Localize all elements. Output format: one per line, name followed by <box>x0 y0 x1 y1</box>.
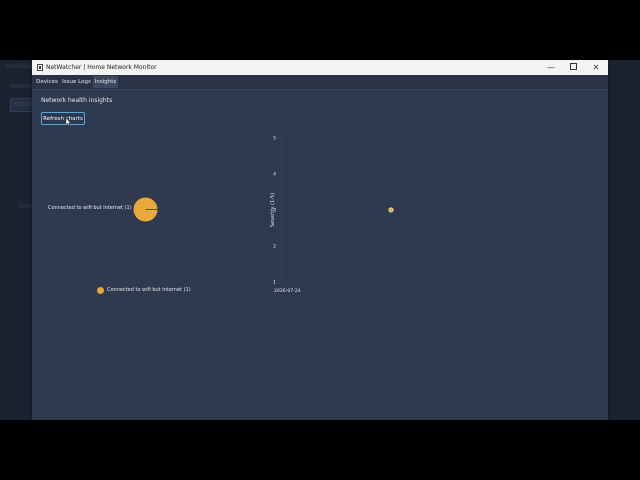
tab-bar: Devices Issue Logs Insights <box>32 75 608 90</box>
y-tick-label: 1 <box>273 280 276 286</box>
tab-issue-logs[interactable]: Issue Logs <box>61 76 92 88</box>
tab-insights[interactable]: Insights <box>93 76 118 88</box>
insights-heading: Network health insights <box>41 97 113 104</box>
mouse-cursor-icon <box>66 118 71 126</box>
minimize-button[interactable]: — <box>540 60 562 75</box>
close-button[interactable]: ✕ <box>585 60 607 75</box>
y-tick-label: 4 <box>273 172 276 178</box>
legend-entry: Connected to wifi but internet (1) <box>107 287 191 293</box>
y-tick-label: 5 <box>273 136 276 142</box>
pie-slice-label: Connected to wifi but internet (1) <box>48 205 132 211</box>
window-title: NetWatcher | Home Network Monitor <box>46 64 157 71</box>
y-axis-label: Severity (1-5) <box>270 193 276 227</box>
scatter-point[interactable] <box>388 207 394 213</box>
maximize-icon <box>569 63 577 70</box>
tab-devices[interactable]: Devices <box>35 76 59 88</box>
refresh-charts-button[interactable]: Refresh charts <box>41 112 85 125</box>
title-bar[interactable]: NetWatcher | Home Network Monitor — ✕ <box>32 60 608 75</box>
y-tick-label: 2 <box>273 244 276 250</box>
app-icon <box>37 64 43 71</box>
severity-pie-chart <box>133 197 158 222</box>
severity-scatter-chart: 12345Severity (1-5)2026-07-24 <box>270 136 394 294</box>
app-window: NetWatcher | Home Network Monitor — ✕ De… <box>32 60 608 420</box>
maximize-button[interactable] <box>562 60 584 75</box>
legend-swatch <box>97 287 104 294</box>
x-tick-label: 2026-07-24 <box>274 288 301 294</box>
